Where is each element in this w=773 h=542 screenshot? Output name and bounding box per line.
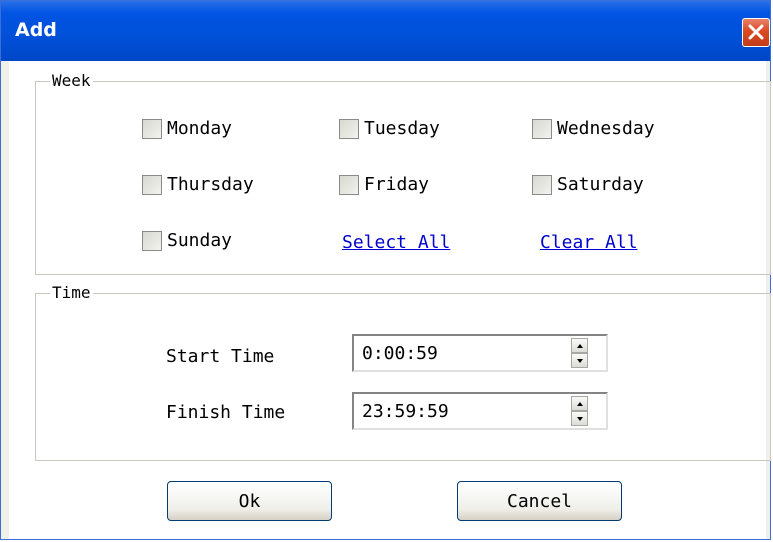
- finish-time-spin-down[interactable]: [571, 411, 588, 426]
- checkbox-box[interactable]: [339, 118, 359, 139]
- cancel-button[interactable]: Cancel: [457, 481, 622, 521]
- week-group: Week Monday Tuesday Wednesday Thursday F…: [35, 71, 771, 275]
- finish-time-value[interactable]: 23:59:59: [362, 401, 449, 422]
- close-x-icon: [748, 24, 764, 40]
- start-time-spin-down[interactable]: [571, 353, 588, 368]
- ok-button[interactable]: Ok: [167, 481, 332, 521]
- checkbox-box[interactable]: [142, 118, 162, 139]
- checkbox-label: Sunday: [167, 230, 233, 251]
- finish-time-label: Finish Time: [166, 402, 286, 423]
- close-button[interactable]: [742, 18, 770, 47]
- start-time-value[interactable]: 0:00:59: [362, 343, 438, 364]
- checkbox-box[interactable]: [142, 174, 162, 195]
- time-legend: Time: [50, 283, 93, 303]
- arrow-up-icon: [577, 402, 583, 406]
- start-time-label: Start Time: [166, 346, 275, 367]
- dialog-body: Week Monday Tuesday Wednesday Thursday F…: [9, 61, 771, 539]
- checkbox-wednesday[interactable]: Wednesday: [532, 118, 655, 139]
- checkbox-label: Tuesday: [364, 118, 440, 139]
- start-time-spinner[interactable]: [571, 338, 588, 368]
- clear-all-link[interactable]: Clear All: [540, 232, 638, 253]
- checkbox-box[interactable]: [532, 174, 552, 195]
- start-time-spin-up[interactable]: [571, 338, 588, 353]
- title-bar[interactable]: Add: [1, 1, 770, 61]
- add-dialog: Add Week Monday Tuesday Wednesday Thursd…: [0, 0, 771, 540]
- checkbox-monday[interactable]: Monday: [142, 118, 232, 139]
- checkbox-label: Wednesday: [557, 118, 655, 139]
- time-group: Time Start Time 0:00:59 Finish Time 23:5…: [35, 283, 771, 461]
- checkbox-box[interactable]: [142, 230, 162, 251]
- select-all-link[interactable]: Select All: [342, 232, 450, 253]
- checkbox-label: Friday: [364, 174, 430, 195]
- start-time-input[interactable]: 0:00:59: [352, 334, 608, 372]
- checkbox-thursday[interactable]: Thursday: [142, 174, 254, 195]
- week-legend: Week: [50, 71, 93, 91]
- checkbox-tuesday[interactable]: Tuesday: [339, 118, 440, 139]
- finish-time-input[interactable]: 23:59:59: [352, 392, 608, 430]
- checkbox-box[interactable]: [339, 174, 359, 195]
- arrow-up-icon: [577, 344, 583, 348]
- finish-time-spinner[interactable]: [571, 396, 588, 426]
- arrow-down-icon: [577, 417, 583, 421]
- finish-time-spin-up[interactable]: [571, 396, 588, 411]
- arrow-down-icon: [577, 359, 583, 363]
- checkbox-sunday[interactable]: Sunday: [142, 230, 232, 251]
- checkbox-friday[interactable]: Friday: [339, 174, 429, 195]
- checkbox-label: Saturday: [557, 174, 644, 195]
- window-title: Add: [15, 19, 57, 41]
- checkbox-label: Thursday: [167, 174, 254, 195]
- checkbox-label: Monday: [167, 118, 233, 139]
- checkbox-box[interactable]: [532, 118, 552, 139]
- checkbox-saturday[interactable]: Saturday: [532, 174, 644, 195]
